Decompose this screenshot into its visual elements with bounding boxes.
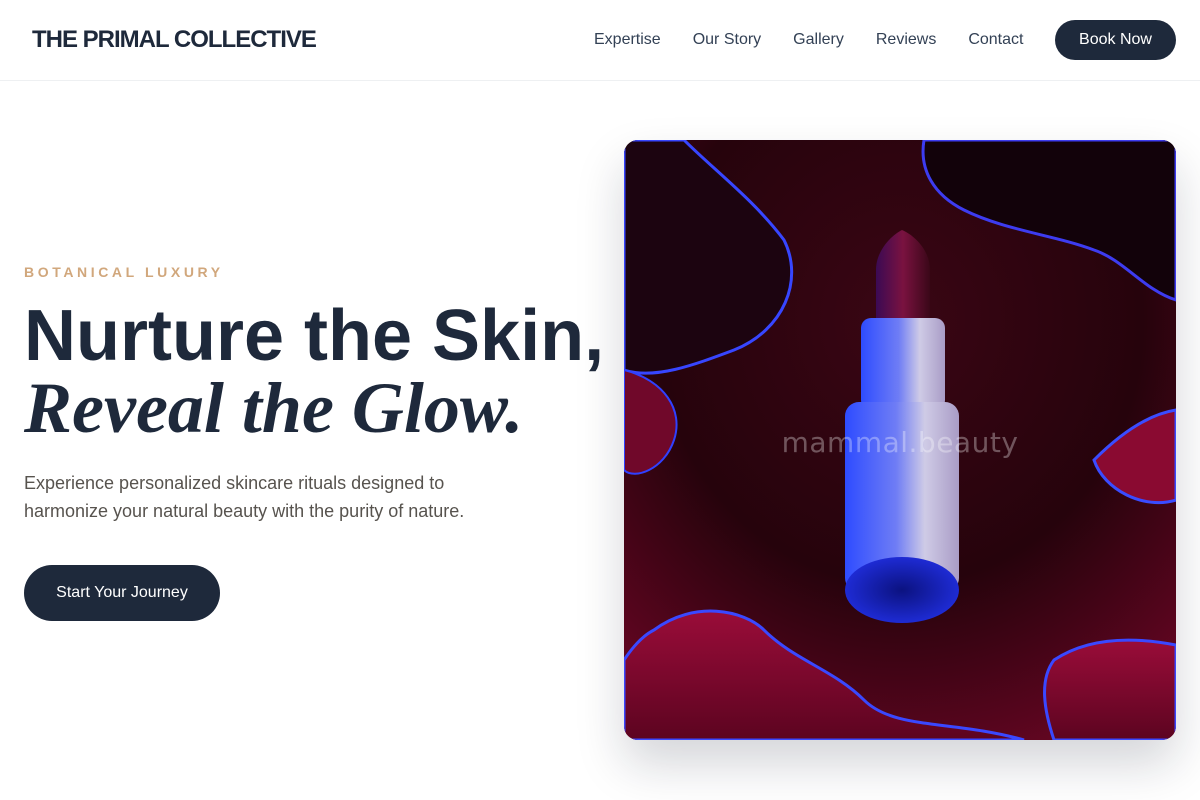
main-nav: Expertise Our Story Gallery Reviews Cont…: [594, 30, 1023, 50]
nav-link-reviews[interactable]: Reviews: [876, 30, 936, 50]
start-journey-button[interactable]: Start Your Journey: [24, 565, 220, 621]
nav-link-expertise[interactable]: Expertise: [594, 30, 661, 50]
nav-link-gallery[interactable]: Gallery: [793, 30, 844, 50]
nav-link-contact[interactable]: Contact: [968, 30, 1023, 50]
headline-line-2: Reveal the Glow.: [24, 368, 524, 448]
hero-subtext: Experience personalized skincare rituals…: [24, 473, 465, 521]
hero-image: mammal.beauty: [624, 140, 1176, 740]
hero-headline: Nurture the Skin, Reveal the Glow.: [24, 296, 604, 444]
brand-logo[interactable]: THE PRIMAL COLLECTIVE: [32, 26, 317, 54]
hero-eyebrow: BOTANICAL LUXURY: [24, 264, 224, 280]
book-now-button[interactable]: Book Now: [1055, 20, 1176, 60]
image-watermark: mammal.beauty: [781, 426, 1019, 459]
nav-link-our-story[interactable]: Our Story: [693, 30, 761, 50]
site-header: THE PRIMAL COLLECTIVE Expertise Our Stor…: [0, 0, 1200, 81]
headline-line-1: Nurture the Skin,: [24, 296, 605, 376]
